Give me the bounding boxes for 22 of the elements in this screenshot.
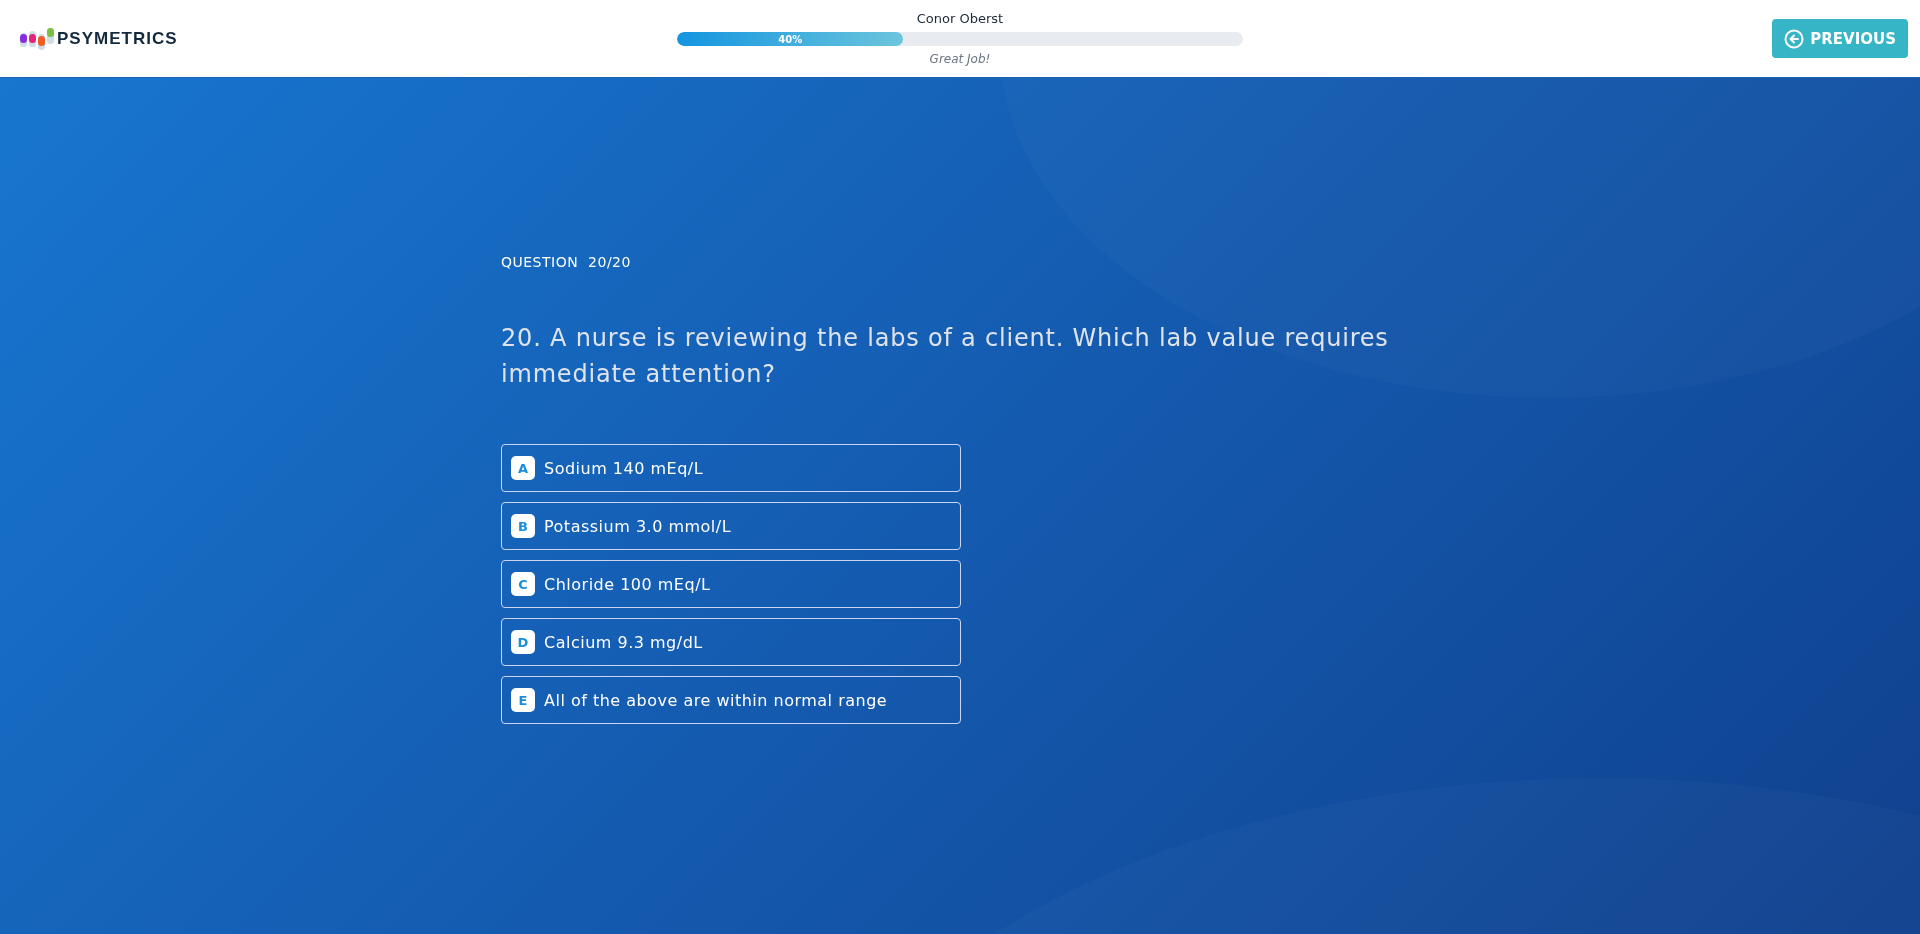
logo-icon	[20, 27, 54, 50]
logo-text: PSYMETRICS	[57, 28, 178, 49]
option-letter-badge: A	[511, 456, 535, 480]
answer-option[interactable]: D Calcium 9.3 mg/dL	[501, 618, 961, 666]
question-counter: QUESTION 20/20	[501, 254, 632, 270]
option-text: Calcium 9.3 mg/dL	[544, 632, 703, 652]
option-letter-badge: D	[511, 630, 535, 654]
option-letter-badge: C	[511, 572, 535, 596]
option-letter-badge: E	[511, 688, 535, 712]
answer-option[interactable]: A Sodium 140 mEq/L	[501, 444, 961, 492]
progress-label: 40%	[778, 33, 803, 45]
option-text: Chloride 100 mEq/L	[544, 574, 711, 594]
user-name: Conor Oberst	[916, 11, 1004, 26]
answer-option[interactable]: B Potassium 3.0 mmol/L	[501, 502, 961, 550]
answer-option[interactable]: E All of the above are within normal range	[501, 676, 961, 724]
question-text: 20. A nurse is reviewing the labs of a client. Which lab value requires immediate attention?	[501, 323, 1390, 390]
encouragement-text: Great Job!	[929, 52, 991, 66]
option-letter-badge: B	[511, 514, 535, 538]
option-text: All of the above are within normal range	[544, 690, 888, 710]
answer-option[interactable]: C Chloride 100 mEq/L	[501, 560, 961, 608]
option-text: Potassium 3.0 mmol/L	[544, 516, 732, 536]
option-text: Sodium 140 mEq/L	[544, 458, 704, 478]
